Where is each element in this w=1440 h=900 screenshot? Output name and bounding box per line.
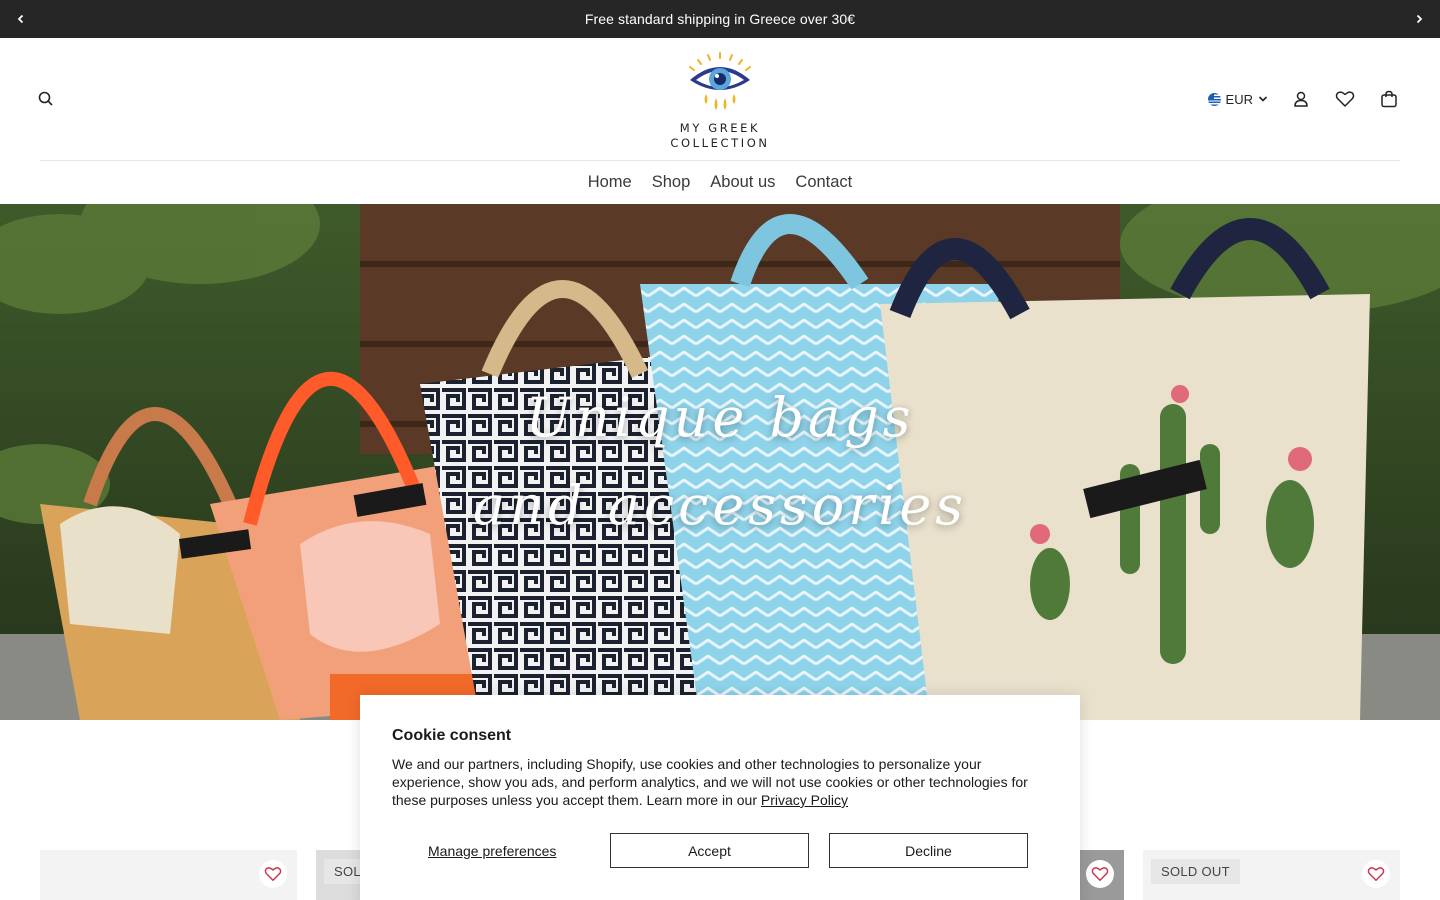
cookie-body: We and our partners, including Shopify, …	[392, 755, 1056, 809]
currency-selector[interactable]: EUR	[1207, 91, 1268, 107]
announcement-message: Free standard shipping in Greece over 30…	[584, 11, 856, 27]
decline-button[interactable]: Decline	[829, 833, 1028, 868]
account-icon[interactable]	[1290, 88, 1312, 110]
hero-headline-line1: Unique bags	[525, 386, 915, 449]
nav-item-shop[interactable]: Shop	[652, 173, 691, 192]
header-tools: EUR	[1207, 88, 1400, 110]
privacy-policy-link[interactable]: Privacy Policy	[761, 792, 848, 808]
chevron-down-icon	[1258, 92, 1268, 107]
sold-out-badge: SOLD OUT	[1151, 859, 1240, 884]
announcement-bar: Free standard shipping in Greece over 30…	[0, 0, 1440, 38]
site-logo[interactable]: MY GREEK COLLECTION	[660, 50, 780, 150]
cookie-title: Cookie consent	[392, 727, 512, 744]
currency-label: EUR	[1225, 91, 1253, 107]
cookie-body-text: We and our partners, including Shopify, …	[392, 756, 1028, 808]
wishlist-heart-icon[interactable]	[1362, 860, 1390, 888]
bag-icon[interactable]	[1378, 88, 1400, 110]
hero-banner[interactable]: Unique bags and accessories	[0, 204, 1440, 720]
product-card[interactable]	[40, 850, 297, 900]
wishlist-heart-icon[interactable]	[259, 860, 287, 888]
heart-icon[interactable]	[1334, 88, 1356, 110]
main-nav: Home Shop About us Contact	[0, 161, 1440, 204]
accept-button[interactable]: Accept	[610, 833, 809, 868]
hero-image	[0, 204, 1440, 720]
search-icon[interactable]	[36, 89, 56, 109]
wishlist-heart-icon[interactable]	[1086, 860, 1114, 888]
nav-item-about-us[interactable]: About us	[710, 173, 775, 192]
chevron-right-icon[interactable]	[1410, 10, 1428, 28]
nav-item-contact[interactable]: Contact	[795, 173, 852, 192]
logo-text-line1: MY GREEK	[679, 121, 761, 135]
nav-item-home[interactable]: Home	[588, 173, 632, 192]
cookie-consent-dialog: Cookie consent We and our partners, incl…	[360, 695, 1080, 900]
site-header: MY GREEK COLLECTION EUR	[0, 38, 1440, 160]
logo-text-line2: COLLECTION	[670, 136, 770, 150]
manage-preferences-link[interactable]: Manage preferences	[428, 843, 556, 859]
evil-eye-logo-icon	[689, 52, 751, 110]
hero-headline-line2: and accessories	[472, 474, 968, 537]
product-card[interactable]: SOLD OUT	[1143, 850, 1400, 900]
flag-greece-icon	[1207, 92, 1221, 106]
